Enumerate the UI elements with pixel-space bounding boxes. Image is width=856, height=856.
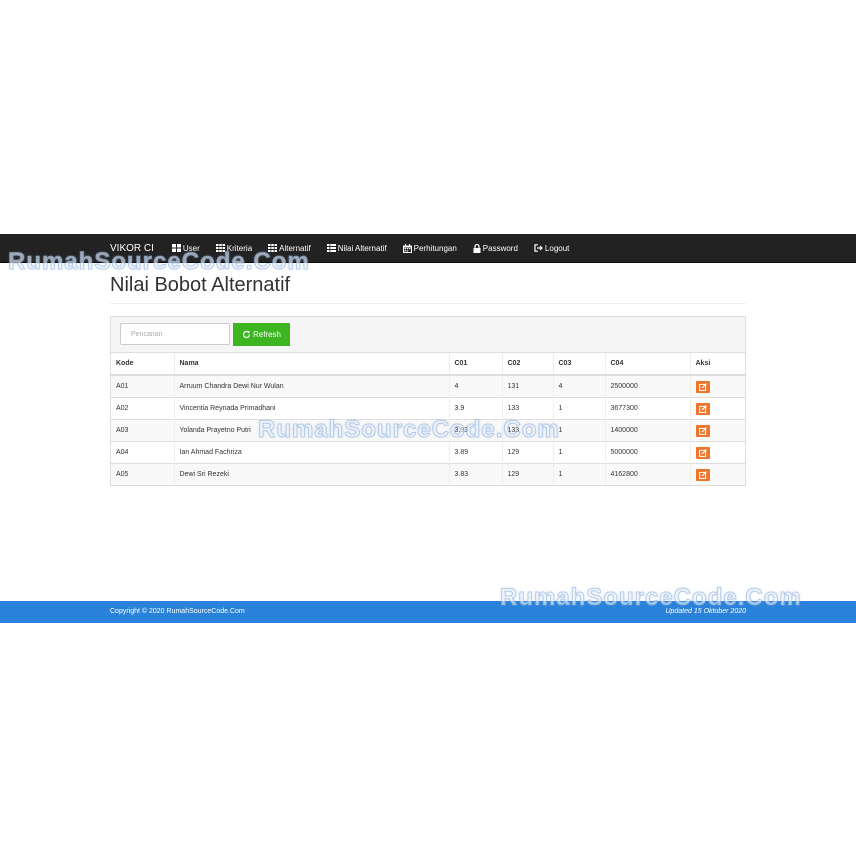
edit-button[interactable] (695, 380, 710, 393)
cell-kode: A03 (111, 419, 174, 442)
th-large-icon (171, 244, 181, 252)
cell-c03: 1 (552, 419, 605, 442)
cell-c04: 3677300 (604, 397, 690, 420)
cell-nama: Arruum Chandra Dewi Nur Wulan (173, 374, 449, 398)
header-c02[interactable]: C02 (501, 353, 553, 376)
header-c03[interactable]: C03 (552, 353, 605, 376)
footer-copyright: Copyright © 2020 RumahSourceCode.Com (110, 608, 245, 615)
alternatif-table: Kode Nama C01 C02 C03 C04 Aksi A01 Arruu… (111, 353, 745, 485)
cell-c01: 4 (448, 374, 502, 398)
header-nama[interactable]: Nama (173, 353, 449, 376)
nav-item-label: Logout (544, 243, 570, 253)
nav-item-label: Password (482, 243, 518, 253)
refresh-button[interactable]: Refresh (233, 323, 290, 346)
th-icon (268, 244, 278, 252)
edit-button[interactable] (695, 468, 710, 481)
panel-toolbar: Refresh (111, 317, 745, 353)
edit-icon (698, 382, 707, 391)
nav-item-logout[interactable]: Logout (534, 244, 569, 253)
header-aksi: Aksi (689, 353, 745, 376)
cell-nama: Yolanda Prayetno Putri (173, 419, 449, 442)
nav-item-alternatif[interactable]: Alternatif (268, 244, 311, 253)
table-row: A01 Arruum Chandra Dewi Nur Wulan 4 131 … (111, 374, 745, 398)
cell-kode: A04 (111, 441, 174, 464)
cell-c04: 2500000 (604, 374, 690, 398)
edit-icon (698, 470, 707, 479)
navbar-brand[interactable]: VIKOR CI (110, 243, 154, 254)
cell-c04: 4162800 (604, 463, 690, 485)
lock-icon (473, 243, 481, 253)
nav-item-user[interactable]: User (171, 243, 200, 253)
cell-aksi (689, 463, 745, 485)
cell-aksi (689, 397, 745, 420)
cell-c02: 131 (501, 374, 553, 398)
header-c04[interactable]: C04 (604, 353, 690, 376)
cell-c03: 1 (552, 441, 605, 464)
cell-nama: Ian Ahmad Fachriza (173, 441, 449, 464)
th-list-icon (326, 244, 336, 252)
edit-button[interactable] (695, 446, 710, 459)
nav-item-label: Nilai Alternatif (337, 243, 387, 253)
cell-c04: 5000000 (604, 441, 690, 464)
cell-c02: 133 (501, 419, 553, 442)
nav-item-label: User (182, 243, 200, 253)
cell-c01: 3.93 (448, 419, 502, 442)
nav-item-label: Alternatif (279, 243, 311, 253)
table-row: A04 Ian Ahmad Fachriza 3.89 129 1 500000… (111, 441, 745, 464)
edit-button[interactable] (695, 402, 710, 415)
cell-c01: 3.89 (448, 441, 502, 464)
navbar-inner: VIKOR CI User Kriteria Alternatif Nilai … (110, 234, 585, 262)
cell-c01: 3.9 (448, 397, 502, 420)
cell-nama: Dewi Sri Rezeki (173, 463, 449, 485)
footer: Copyright © 2020 RumahSourceCode.Com Upd… (0, 601, 856, 623)
nav-item-password[interactable]: Password (473, 243, 518, 253)
cell-kode: A01 (111, 374, 174, 398)
cell-aksi (689, 419, 745, 442)
cell-c02: 129 (501, 441, 553, 464)
edit-icon (698, 448, 707, 457)
table-header-row: Kode Nama C01 C02 C03 C04 Aksi (111, 353, 745, 376)
cell-nama: Vincentia Reynada Primadhani (173, 397, 449, 420)
search-input[interactable] (120, 323, 230, 345)
cell-kode: A05 (111, 463, 174, 485)
nav-item-perhitungan[interactable]: Perhitungan (402, 243, 457, 253)
edit-icon (698, 404, 707, 413)
cell-c04: 1400000 (604, 419, 690, 442)
edit-button[interactable] (695, 424, 710, 437)
nav-item-nilai-alternatif[interactable]: Nilai Alternatif (326, 243, 387, 253)
table-row: A05 Dewi Sri Rezeki 3.83 129 1 4162800 (111, 463, 745, 485)
page-title: Nilai Bobot Alternatif (110, 274, 291, 296)
edit-icon (698, 426, 707, 435)
table-row: A02 Vincentia Reynada Primadhani 3.9 133… (111, 397, 745, 420)
cell-aksi (689, 441, 745, 464)
log-out-icon (534, 244, 543, 252)
cell-c03: 1 (552, 463, 605, 485)
header-kode[interactable]: Kode (111, 353, 174, 376)
cell-c02: 133 (501, 397, 553, 420)
nav-item-label: Kriteria (226, 243, 253, 253)
cell-kode: A02 (111, 397, 174, 420)
title-divider (110, 303, 746, 304)
refresh-icon (242, 330, 251, 339)
nav-item-label: Perhitungan (413, 243, 457, 253)
cell-c02: 129 (501, 463, 553, 485)
nav-item-kriteria[interactable]: Kriteria (215, 243, 253, 253)
cell-aksi (689, 374, 745, 398)
top-navbar: VIKOR CI User Kriteria Alternatif Nilai … (0, 234, 856, 263)
header-c01[interactable]: C01 (448, 353, 502, 376)
cell-c03: 4 (552, 374, 605, 398)
footer-updated: Updated 15 Oktober 2020 (665, 608, 746, 615)
data-panel: Refresh Kode Nama C01 C02 C03 C04 Aksi A… (110, 316, 746, 486)
cell-c03: 1 (552, 397, 605, 420)
refresh-label: Refresh (252, 330, 281, 339)
cell-c01: 3.83 (448, 463, 502, 485)
th-icon (215, 244, 225, 252)
calendar-icon (402, 243, 412, 253)
table-row: A03 Yolanda Prayetno Putri 3.93 133 1 14… (111, 419, 745, 442)
